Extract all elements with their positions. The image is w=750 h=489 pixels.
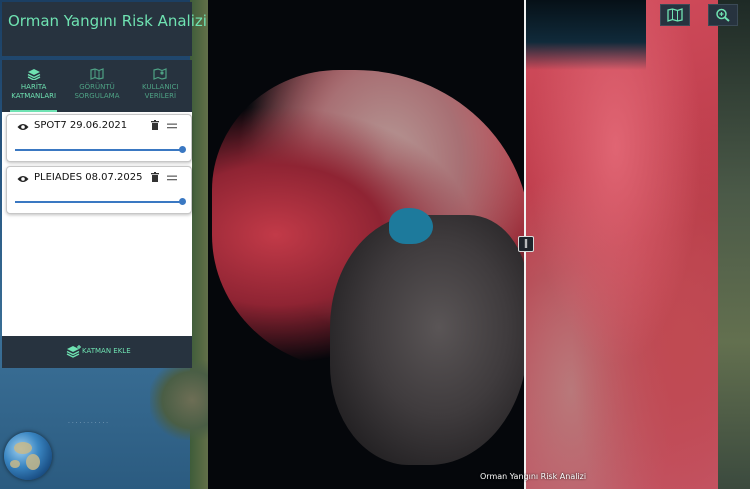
base-map-watermark: · · · · · · · · · · · [68,420,109,427]
eye-icon[interactable] [17,122,29,132]
layer-card[interactable]: SPOT7 29.06.2021 [6,114,192,162]
opacity-slider[interactable] [15,149,183,151]
add-layer-button[interactable]: KATMAN EKLE [2,336,192,368]
drag-handle-icon[interactable] [167,175,177,181]
tab-user-data-line2: VERİLERİ [144,92,177,100]
right-base-map [718,0,750,489]
opacity-slider-thumb[interactable] [179,198,186,205]
map-icon [667,8,683,22]
user-data-icon [153,68,167,80]
layer-name: PLEIADES 08.07.2025 [34,172,143,183]
trash-icon[interactable] [151,120,159,130]
right-satellite-image [526,0,750,489]
add-layer-label: KATMAN EKLE [82,347,131,355]
app-title-bar: Orman Yangını Risk Analizi [2,2,207,56]
swipe-handle-icon[interactable]: ‖ [518,236,534,252]
tab-map-layers[interactable]: HARİTA KATMANLARI [2,60,65,112]
tab-map-layers-line1: HARİTA [20,83,47,91]
tab-user-data-line1: KULLANICI [142,83,179,91]
layer-name: SPOT7 29.06.2021 [34,120,128,131]
map-button[interactable] [660,4,690,26]
globe-icon[interactable] [4,432,52,480]
add-layer-icon [66,345,81,358]
tab-image-query-line2: SORGULAMA [74,92,120,100]
left-coastline-peninsula [150,360,210,440]
lake [389,208,433,244]
opacity-slider-thumb[interactable] [179,146,186,153]
trash-icon[interactable] [151,172,159,182]
panel-tabs: HARİTA KATMANLARI GÖRÜNTÜ SORGULAMA KULL… [2,60,192,112]
layers-panel: HARİTA KATMANLARI GÖRÜNTÜ SORGULAMA KULL… [2,60,192,368]
drag-handle-icon[interactable] [167,123,177,129]
tab-map-layers-line2: KATMANLARI [11,92,57,100]
tab-user-data[interactable]: KULLANICI VERİLERİ [129,60,192,112]
tab-image-query[interactable]: GÖRÜNTÜ SORGULAMA [65,60,128,112]
zoom-icon [716,8,730,22]
right-satellite-sea [526,0,646,70]
zoom-button[interactable] [708,4,738,26]
map-attribution: Orman Yangını Risk Analizi [480,472,587,481]
left-satellite-burned-area [330,215,528,465]
app-title: Orman Yangını Risk Analizi [8,12,207,30]
layer-card[interactable]: PLEIADES 08.07.2025 [6,166,192,214]
opacity-slider[interactable] [15,201,183,203]
eye-icon[interactable] [17,174,29,184]
map-icon [90,68,104,80]
layers-icon [27,69,40,80]
tab-image-query-line1: GÖRÜNTÜ [79,83,115,91]
